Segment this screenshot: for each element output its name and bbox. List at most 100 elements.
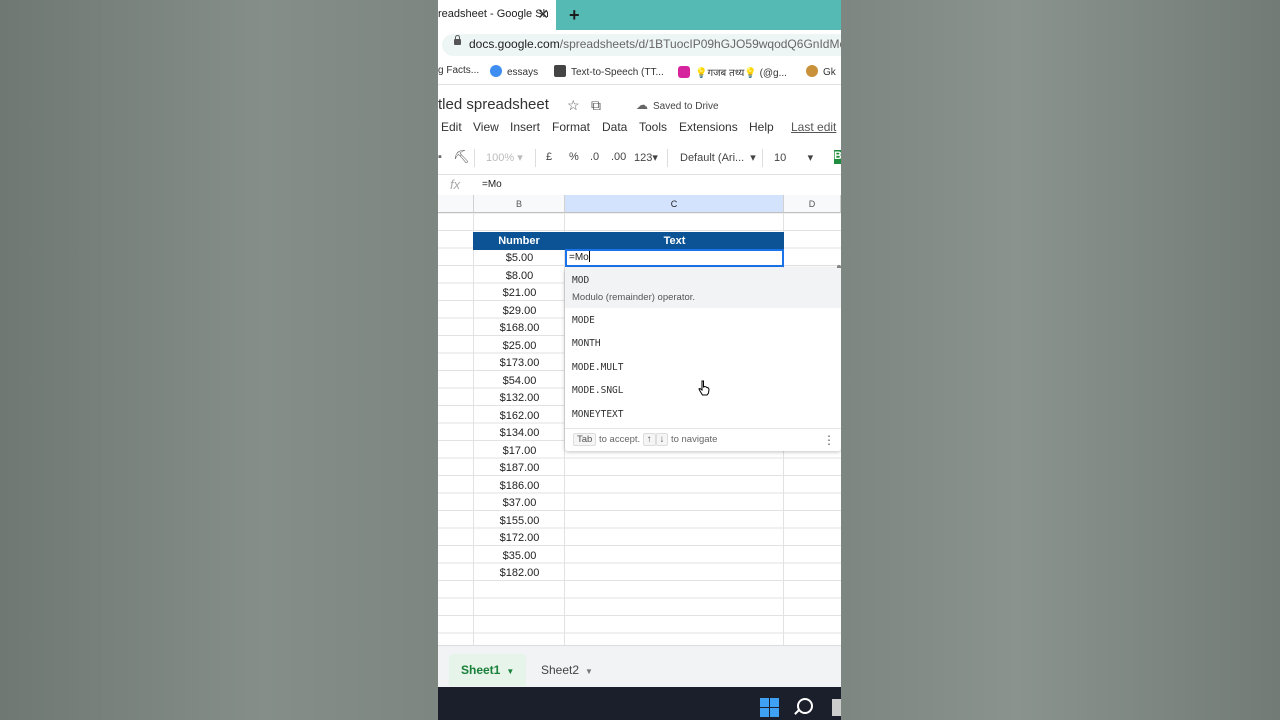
screen: readsheet - Google Sh ✕ + docs.google.co… xyxy=(438,0,841,720)
save-status: ☁ Saved to Drive xyxy=(636,98,719,112)
number-cell[interactable]: $182.00 xyxy=(474,567,565,579)
menu-view[interactable]: View xyxy=(473,120,499,134)
close-tab-icon[interactable]: ✕ xyxy=(537,0,549,28)
sheet-tab-bar: Sheet1 ▼ Sheet2 ▼ xyxy=(438,645,841,688)
avatar-icon xyxy=(806,65,818,77)
tab-key: Tab xyxy=(573,433,597,446)
formula-autocomplete: MOD Modulo (remainder) operator. MODE MO… xyxy=(565,268,841,451)
autocomplete-item[interactable]: MONEYTEXT xyxy=(572,409,623,420)
column-header-c[interactable]: C xyxy=(565,195,784,213)
bookmark-item[interactable]: Gk xyxy=(806,65,836,78)
search-icon[interactable] xyxy=(797,698,813,714)
menu-edit[interactable]: Edit xyxy=(441,120,462,134)
percent-format-button[interactable]: % xyxy=(569,151,579,163)
autocomplete-item-selected[interactable]: MOD Modulo (remainder) operator. xyxy=(565,268,841,308)
number-cell[interactable]: $155.00 xyxy=(474,515,565,527)
autocomplete-item[interactable]: MODE xyxy=(572,315,595,326)
bookmarks-bar: g Facts... essays Text-to-Speech (TT... … xyxy=(438,59,841,85)
row-header-corner[interactable] xyxy=(438,195,474,213)
number-cell[interactable]: $35.00 xyxy=(474,550,565,562)
autocomplete-item[interactable]: MODE.MULT xyxy=(572,362,623,373)
autocomplete-description: Modulo (remainder) operator. xyxy=(572,292,696,303)
zoom-select[interactable]: 100% ▾ xyxy=(486,151,523,164)
number-cell[interactable]: $5.00 xyxy=(474,252,565,264)
more-formats-button[interactable]: 123▾ xyxy=(634,151,658,164)
number-cell[interactable]: $54.00 xyxy=(474,375,565,387)
blurred-background-left xyxy=(0,0,438,720)
column-header-d[interactable]: D xyxy=(784,195,841,213)
number-cell[interactable]: $134.00 xyxy=(474,427,565,439)
browser-tab[interactable]: readsheet - Google Sh ✕ xyxy=(438,0,556,30)
document-title[interactable]: tled spreadsheet xyxy=(438,96,549,113)
toolbar-divider xyxy=(474,149,475,167)
number-cell[interactable]: $21.00 xyxy=(474,287,565,299)
toolbar-divider xyxy=(535,149,536,167)
number-cell[interactable]: $17.00 xyxy=(474,445,565,457)
bookmark-item[interactable]: g Facts... xyxy=(438,65,479,76)
star-icon[interactable]: ☆ xyxy=(567,97,580,114)
menu-insert[interactable]: Insert xyxy=(510,120,540,134)
bookmark-item[interactable]: essays xyxy=(490,65,538,78)
bookmark-item[interactable]: 💡गजब तथ्य💡 (@g... xyxy=(678,65,787,79)
hand-cursor-icon xyxy=(698,380,710,396)
arrow-up-icon: ↑ xyxy=(642,433,656,446)
autocomplete-footer: Tab to accept. ↑ ↓ to navigate ⋮ xyxy=(565,428,841,452)
menu-help[interactable]: Help xyxy=(749,120,774,134)
arrow-down-icon: ↓ xyxy=(655,433,669,446)
blurred-background-right xyxy=(841,0,1280,720)
formula-bar: fx =Mo xyxy=(438,174,841,196)
instagram-icon xyxy=(678,66,690,78)
text-caret xyxy=(588,251,590,262)
autocomplete-item[interactable]: MODE.SNGL xyxy=(572,385,623,396)
menu-bar: Edit View Insert Format Data Tools Exten… xyxy=(438,120,841,138)
number-cell[interactable]: $186.00 xyxy=(474,480,565,492)
header-cell-text[interactable]: Text xyxy=(565,232,784,250)
address-bar: docs.google.com/spreadsheets/d/1BTuocIP0… xyxy=(438,30,841,59)
bookmark-item[interactable]: Text-to-Speech (TT... xyxy=(554,65,664,78)
new-tab-button[interactable]: + xyxy=(569,5,580,26)
number-cell[interactable]: $25.00 xyxy=(474,340,565,352)
currency-format-button[interactable]: £ xyxy=(546,151,552,163)
font-select[interactable]: Default (Ari... ▾ xyxy=(680,151,756,164)
last-edit-link[interactable]: Last edit xyxy=(791,120,836,134)
paint-format-icon[interactable]: ⛏ xyxy=(453,149,470,165)
number-cell[interactable]: $173.00 xyxy=(474,357,565,369)
os-taskbar xyxy=(438,687,841,720)
sheet-tab-sheet1[interactable]: Sheet1 ▼ xyxy=(449,654,527,686)
print-icon[interactable]: ▪ xyxy=(438,151,442,163)
sheet-tab-sheet2[interactable]: Sheet2 ▼ xyxy=(529,654,605,686)
windows-start-icon[interactable] xyxy=(760,698,779,717)
chevron-down-icon[interactable]: ▼ xyxy=(506,667,514,676)
decrease-decimal-button[interactable]: .0 xyxy=(590,151,599,163)
header-cell-number[interactable]: Number xyxy=(473,232,565,250)
column-header-b[interactable]: B xyxy=(474,195,565,213)
number-cell[interactable]: $132.00 xyxy=(474,392,565,404)
number-cell[interactable]: $29.00 xyxy=(474,305,565,317)
number-cell[interactable]: $8.00 xyxy=(474,270,565,282)
taskbar-app-icon[interactable] xyxy=(832,699,841,716)
increase-decimal-button[interactable]: .00 xyxy=(611,151,626,163)
formula-input[interactable]: =Mo xyxy=(482,179,502,190)
number-cell[interactable]: $37.00 xyxy=(474,497,565,509)
font-size-select[interactable]: 10 ▾ xyxy=(774,151,813,164)
browser-tab-title: readsheet - Google Sh xyxy=(438,8,549,20)
more-options-icon[interactable]: ⋮ xyxy=(823,433,835,447)
lock-icon[interactable] xyxy=(454,35,461,45)
speaker-icon xyxy=(554,65,566,77)
menu-format[interactable]: Format xyxy=(552,120,590,134)
active-cell-editor[interactable]: =Mo xyxy=(565,249,784,267)
menu-extensions[interactable]: Extensions xyxy=(679,120,738,134)
number-cell[interactable]: $172.00 xyxy=(474,532,565,544)
autocomplete-function-name: MOD xyxy=(572,275,590,286)
menu-tools[interactable]: Tools xyxy=(639,120,667,134)
number-cell[interactable]: $162.00 xyxy=(474,410,565,422)
move-icon[interactable]: ⧉ xyxy=(591,97,601,114)
url-field[interactable]: docs.google.com/spreadsheets/d/1BTuocIP0… xyxy=(442,34,841,56)
autocomplete-item[interactable]: MONTH xyxy=(572,338,601,349)
toolbar-divider xyxy=(667,149,668,167)
bold-button[interactable]: B xyxy=(834,150,841,164)
number-cell[interactable]: $187.00 xyxy=(474,462,565,474)
number-cell[interactable]: $168.00 xyxy=(474,322,565,334)
chevron-down-icon[interactable]: ▼ xyxy=(585,667,593,676)
menu-data[interactable]: Data xyxy=(602,120,627,134)
